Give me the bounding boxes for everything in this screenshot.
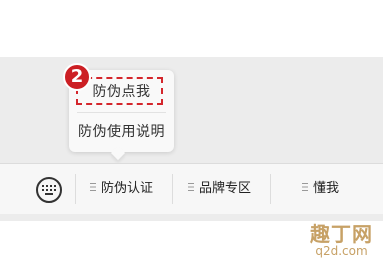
menu-list-icon (302, 163, 308, 213)
site-watermark: 趣丁网 q2d.com (310, 224, 373, 258)
menu-separator (172, 174, 173, 204)
menu-list-icon (188, 163, 194, 213)
submenu-item-anti-fake-guide[interactable]: 防伪使用说明 (69, 114, 174, 150)
menu-item-anti-fake-verify[interactable]: 防伪认证 (90, 164, 153, 214)
watermark-domain: q2d.com (315, 244, 368, 259)
submenu-divider (77, 112, 166, 113)
menu-item-label: 品牌专区 (199, 181, 252, 196)
menu-separator (270, 174, 271, 204)
menu-item-brand-zone[interactable]: 品牌专区 (188, 164, 251, 214)
menu-separator (75, 174, 76, 204)
menu-item-about-me[interactable]: 懂我 (302, 164, 339, 214)
keyboard-icon[interactable] (36, 177, 62, 203)
menu-item-label: 懂我 (313, 181, 340, 196)
step-number-badge: 2 (63, 63, 91, 91)
watermark-title: 趣丁网 (310, 222, 373, 247)
bottom-menu-bar: 防伪认证 品牌专区 懂我 (0, 163, 383, 214)
menu-item-label: 防伪认证 (101, 181, 154, 196)
menu-list-icon (90, 163, 96, 213)
